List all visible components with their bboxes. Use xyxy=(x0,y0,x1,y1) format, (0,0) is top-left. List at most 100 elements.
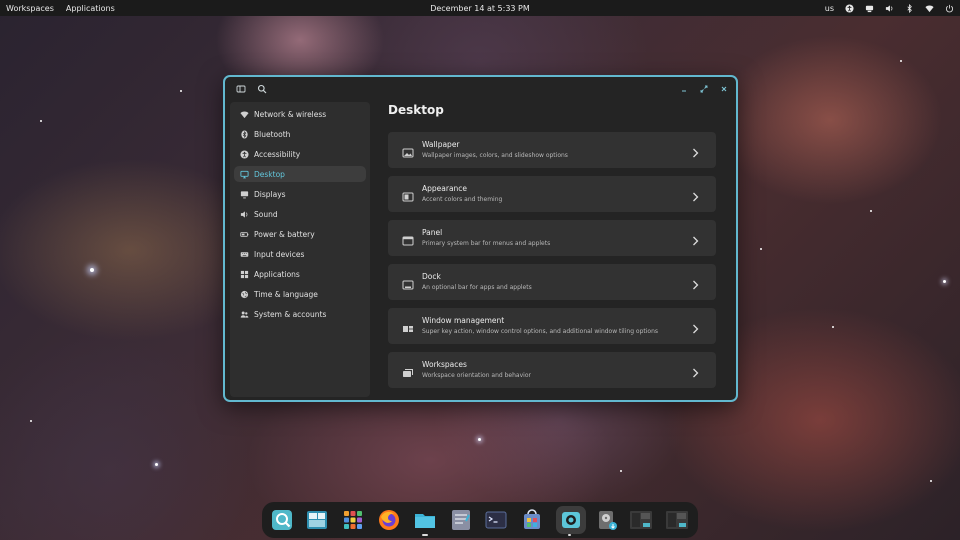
desktop-icon xyxy=(240,170,249,179)
settings-content: Desktop Wallpaper Wallpaper images, colo… xyxy=(388,102,718,388)
dock-icon xyxy=(402,276,414,290)
sidebar-item-sound[interactable]: Sound xyxy=(234,206,366,222)
display-icon xyxy=(240,190,249,199)
card-title: Dock xyxy=(422,272,441,281)
workspaces-button[interactable]: Workspaces xyxy=(6,4,54,13)
sidebar-item-label: Time & language xyxy=(254,289,318,299)
card-description: Super key action, window control options… xyxy=(422,328,659,335)
accessibility-icon xyxy=(240,149,249,159)
store-icon[interactable] xyxy=(520,508,544,532)
panel-icon xyxy=(402,232,414,246)
disk-installer-icon[interactable] xyxy=(595,508,619,532)
sidebar-item-power[interactable]: Power & battery xyxy=(234,226,366,242)
star xyxy=(900,60,902,62)
minimize-icon[interactable] xyxy=(678,83,690,95)
window-management-card[interactable]: Window management Super key action, wind… xyxy=(388,308,716,344)
power-icon[interactable] xyxy=(945,4,954,13)
card-title: Window management xyxy=(422,316,505,325)
app-library-icon[interactable] xyxy=(341,508,365,532)
sidebar-item-label: Applications xyxy=(254,269,300,279)
maximize-icon[interactable] xyxy=(698,83,710,95)
star xyxy=(870,210,872,212)
launcher-search-icon[interactable] xyxy=(270,508,294,532)
chevron-right-icon xyxy=(690,276,700,290)
window-titlebar[interactable] xyxy=(225,77,736,102)
clock[interactable]: December 14 at 5:33 PM xyxy=(430,4,530,13)
sidebar-item-label: System & accounts xyxy=(254,309,327,319)
workspaces-card[interactable]: Workspaces Workspace orientation and beh… xyxy=(388,352,716,388)
keyboard-layout-indicator[interactable]: us xyxy=(825,4,834,13)
wallpaper-icon xyxy=(402,144,414,158)
apps-grid-icon xyxy=(240,270,249,279)
sidebar-item-desktop[interactable]: Desktop xyxy=(234,166,366,182)
sidebar-item-time-language[interactable]: Time & language xyxy=(234,286,366,302)
settings-window: Network & wireless Bluetooth Accessibili… xyxy=(223,75,738,402)
top-panel: Workspaces Applications December 14 at 5… xyxy=(0,0,960,16)
card-title: Workspaces xyxy=(422,360,467,369)
appearance-card[interactable]: Appearance Accent colors and theming xyxy=(388,176,716,212)
appearance-icon xyxy=(402,188,414,202)
terminal-icon[interactable] xyxy=(484,508,508,532)
panel-card[interactable]: Panel Primary system bar for menus and a… xyxy=(388,220,716,256)
wifi-icon[interactable] xyxy=(925,4,934,13)
star xyxy=(620,470,622,472)
card-title: Panel xyxy=(422,228,443,237)
sidebar-item-label: Sound xyxy=(254,209,278,219)
window-management-icon xyxy=(402,320,414,332)
search-icon[interactable] xyxy=(256,83,268,95)
star xyxy=(478,438,481,441)
star xyxy=(943,280,946,283)
firefox-icon[interactable] xyxy=(377,508,401,532)
running-indicator xyxy=(422,534,428,536)
sidebar-item-label: Network & wireless xyxy=(254,109,327,119)
battery-icon xyxy=(240,230,249,239)
page-title: Desktop xyxy=(388,103,444,117)
sidebar-item-bluetooth[interactable]: Bluetooth xyxy=(234,126,366,142)
applications-button[interactable]: Applications xyxy=(66,4,115,13)
sidebar-item-label: Displays xyxy=(254,189,286,199)
chevron-right-icon xyxy=(690,232,700,246)
star xyxy=(155,463,158,466)
settings-icon[interactable] xyxy=(556,506,586,534)
bluetooth-icon[interactable] xyxy=(905,3,914,13)
chevron-right-icon xyxy=(690,364,700,378)
accessibility-icon[interactable] xyxy=(845,3,854,13)
running-indicator xyxy=(568,534,571,536)
workspaces-icon xyxy=(402,364,414,377)
card-description: Workspace orientation and behavior xyxy=(422,372,531,379)
sidebar-item-system-accounts[interactable]: System & accounts xyxy=(234,306,366,322)
window-thumbnail-icon[interactable] xyxy=(665,508,689,532)
dock-card[interactable]: Dock An optional bar for apps and applet… xyxy=(388,264,716,300)
chevron-right-icon xyxy=(690,188,700,202)
card-description: An optional bar for apps and applets xyxy=(422,284,532,291)
settings-sidebar: Network & wireless Bluetooth Accessibili… xyxy=(230,102,370,397)
sidebar-item-accessibility[interactable]: Accessibility xyxy=(234,146,366,162)
star xyxy=(760,248,762,250)
star xyxy=(180,90,182,92)
speaker-icon xyxy=(240,210,249,219)
sidebar-item-displays[interactable]: Displays xyxy=(234,186,366,202)
network-share-icon[interactable] xyxy=(865,4,874,13)
window-thumbnail-icon[interactable] xyxy=(629,508,653,532)
card-description: Wallpaper images, colors, and slideshow … xyxy=(422,152,568,159)
wallpaper-card[interactable]: Wallpaper Wallpaper images, colors, and … xyxy=(388,132,716,168)
star xyxy=(930,480,932,482)
text-editor-icon[interactable] xyxy=(449,508,473,532)
star xyxy=(30,420,32,422)
sidebar-item-label: Power & battery xyxy=(254,229,315,239)
files-icon[interactable] xyxy=(413,508,437,532)
sidebar-item-input-devices[interactable]: Input devices xyxy=(234,246,366,262)
wifi-icon xyxy=(240,110,249,119)
sidebar-toggle-icon[interactable] xyxy=(235,83,247,95)
workspaces-overview-icon[interactable] xyxy=(305,508,329,532)
star xyxy=(832,326,834,328)
sidebar-item-applications[interactable]: Applications xyxy=(234,266,366,282)
sidebar-item-network[interactable]: Network & wireless xyxy=(234,106,366,122)
star xyxy=(40,120,42,122)
sidebar-item-label: Bluetooth xyxy=(254,129,291,139)
card-title: Appearance xyxy=(422,184,468,193)
volume-icon[interactable] xyxy=(885,4,894,13)
close-icon[interactable] xyxy=(718,83,730,95)
star xyxy=(90,268,94,272)
bluetooth-icon xyxy=(240,129,249,139)
